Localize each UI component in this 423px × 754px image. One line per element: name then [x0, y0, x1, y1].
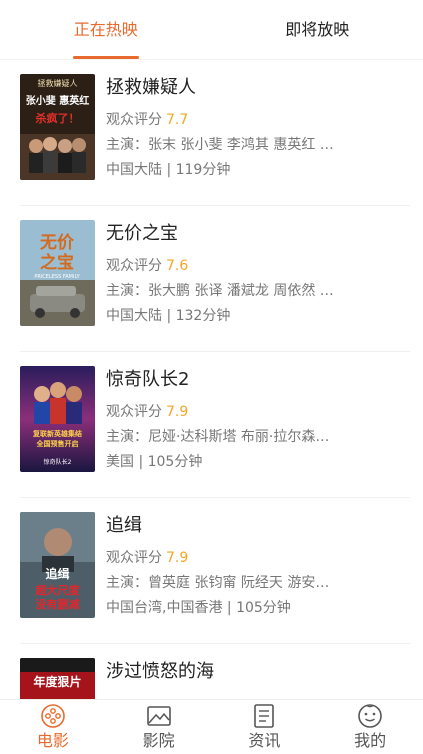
svg-text:PRICELESS FAMILY: PRICELESS FAMILY — [34, 274, 80, 280]
tab-coming-soon[interactable]: 即将放映 — [212, 0, 423, 59]
rating-score: 7.9 — [166, 550, 189, 566]
movie-item[interactable]: 拯救嫌疑人 张小斐 惠英红 杀疯了！ 拯救嫌疑人 观众评分 7.7 主演：张末 张… — [20, 60, 410, 206]
news-icon — [254, 704, 275, 728]
poster-image: 复联新英雄集结 全国预售开启 惊奇队长2 — [20, 366, 95, 472]
svg-text:超大尺度: 超大尺度 — [35, 583, 81, 597]
movie-meta: 中国台湾,中国香港 | 105分钟 — [106, 600, 291, 616]
film-reel-icon — [41, 704, 65, 728]
movie-list: 拯救嫌疑人 张小斐 惠英红 杀疯了！ 拯救嫌疑人 观众评分 7.7 主演：张末 张… — [0, 60, 423, 699]
movie-title[interactable]: 涉过愤怒的海 — [106, 658, 406, 686]
svg-text:无价: 无价 — [39, 233, 75, 253]
movie-meta: 中国大陆 | 132分钟 — [106, 308, 231, 324]
movie-title[interactable]: 追缉 — [106, 512, 406, 540]
movie-poster[interactable]: 无价 之宝 PRICELESS FAMILY — [20, 220, 95, 326]
svg-text:拯救嫌疑人: 拯救嫌疑人 — [38, 78, 78, 88]
poster-image: 无价 之宝 PRICELESS FAMILY — [20, 220, 95, 326]
movie-cast: 主演：曾英庭 张钧甯 阮经天 游安… — [106, 575, 330, 591]
svg-text:追缉: 追缉 — [45, 566, 69, 581]
nav-label: 资讯 — [248, 731, 281, 750]
cinema-icon — [146, 706, 171, 726]
nav-label: 影院 — [142, 731, 175, 750]
movie-title[interactable]: 拯救嫌疑人 — [106, 74, 406, 102]
movie-cast: 主演：张大鹏 张译 潘斌龙 周依然 … — [106, 283, 334, 299]
movie-rating: 观众评分 7.9 — [106, 546, 406, 570]
nav-cinemas[interactable]: 影院 — [106, 700, 212, 754]
rating-score: 7.7 — [166, 112, 189, 128]
movie-item[interactable]: 无价 之宝 PRICELESS FAMILY 无价之宝 观众评分 7.6 主演：张… — [20, 206, 410, 352]
movie-item[interactable]: 追缉 超大尺度 没有删减 追缉 观众评分 7.9 主演：曾英庭 张钧甯 阮经天 游… — [20, 498, 410, 644]
svg-text:没有删减: 没有删减 — [36, 597, 80, 611]
movie-poster[interactable]: 追缉 超大尺度 没有删减 — [20, 512, 95, 618]
movie-rating: 观众评分 7.7 — [106, 108, 406, 132]
movie-cast: 主演：张末 张小斐 李鸿其 惠英红 … — [106, 137, 334, 153]
rating-label: 观众评分 — [106, 404, 162, 420]
app-frame: 正在热映 即将放映 拯救嫌疑人 张小斐 惠英红 杀疯了！ 拯救嫌疑人 观众评分 … — [0, 0, 423, 754]
svg-text:复联新英雄集结: 复联新英雄集结 — [32, 429, 82, 438]
rating-score: 7.9 — [166, 404, 189, 420]
poster-image: 拯救嫌疑人 张小斐 惠英红 杀疯了！ — [20, 74, 95, 180]
movie-title[interactable]: 惊奇队长2 — [106, 366, 406, 394]
svg-text:惊奇队长2: 惊奇队长2 — [44, 458, 72, 466]
movie-rating: 观众评分 7.6 — [106, 254, 406, 278]
svg-text:杀疯了！: 杀疯了！ — [36, 111, 80, 125]
movie-cast: 主演：尼娅·达科斯塔 布丽·拉尔森… — [106, 429, 330, 445]
tab-bar: 正在热映 即将放映 — [0, 0, 423, 60]
movie-item[interactable]: 复联新英雄集结 全国预售开启 惊奇队长2 惊奇队长2 观众评分 7.9 主演：尼娅… — [20, 352, 410, 498]
profile-icon — [358, 704, 382, 728]
svg-text:全国预售开启: 全国预售开启 — [36, 439, 79, 448]
rating-label: 观众评分 — [106, 112, 162, 128]
movie-poster[interactable]: 拯救嫌疑人 张小斐 惠英红 杀疯了！ — [20, 74, 95, 180]
tab-now-showing[interactable]: 正在热映 — [0, 0, 212, 59]
movie-poster[interactable]: 复联新英雄集结 全国预售开启 惊奇队长2 — [20, 366, 95, 472]
svg-text:之宝: 之宝 — [40, 252, 74, 273]
poster-image: 年度狠片 — [20, 658, 95, 699]
nav-label: 电影 — [36, 731, 69, 750]
rating-label: 观众评分 — [106, 258, 162, 274]
movie-title[interactable]: 无价之宝 — [106, 220, 406, 248]
rating-label: 观众评分 — [106, 550, 162, 566]
svg-text:年度狠片: 年度狠片 — [33, 674, 81, 689]
movie-rating: 观众评分 7.9 — [106, 400, 406, 424]
movie-meta: 中国大陆 | 119分钟 — [106, 162, 231, 178]
movie-item[interactable]: 年度狠片 涉过愤怒的海 — [20, 644, 410, 699]
nav-label: 我的 — [354, 731, 387, 750]
nav-movies[interactable]: 电影 — [0, 700, 106, 754]
bottom-nav: 电影 影院 资讯 我的 — [0, 699, 423, 754]
nav-profile[interactable]: 我的 — [317, 700, 423, 754]
movie-meta: 美国 | 105分钟 — [106, 454, 203, 470]
nav-news[interactable]: 资讯 — [212, 700, 318, 754]
svg-text:张小斐 惠英红: 张小斐 惠英红 — [26, 94, 89, 107]
rating-score: 7.6 — [166, 258, 189, 274]
poster-image: 追缉 超大尺度 没有删减 — [20, 512, 95, 618]
movie-poster[interactable]: 年度狠片 — [20, 658, 95, 699]
